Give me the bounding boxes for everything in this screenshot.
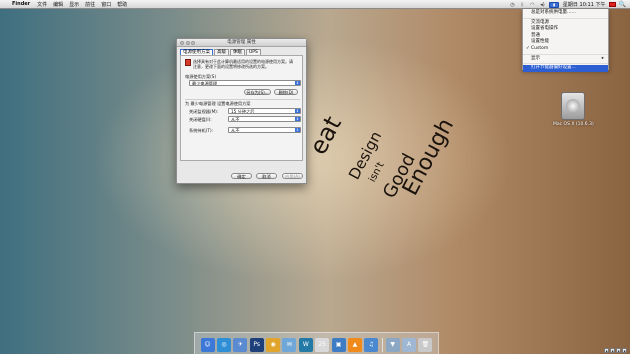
trash-icon[interactable]: 🗑 xyxy=(418,338,433,352)
power-menu-item-label: 打开节能器偏好设置... xyxy=(531,65,576,71)
apply-button[interactable]: 应用(A) xyxy=(282,173,303,179)
spotlight-icon[interactable]: 🔍 xyxy=(619,1,626,8)
menu-view[interactable]: 显示 xyxy=(69,1,79,8)
preview-icon[interactable]: ▣ xyxy=(331,338,346,352)
dock: ☺ ◎ ✈ Ps ◉ ✉ W 25 ▣ ▲ ♫ ▼ A 🗑 xyxy=(194,332,439,354)
volume-icon[interactable]: ◂) xyxy=(539,2,546,8)
menu-app-name[interactable]: Finder xyxy=(12,1,30,7)
tray-icon[interactable]: ▪ xyxy=(604,348,609,353)
ical-icon[interactable]: 25 xyxy=(315,338,330,352)
scheme-select-value: 最少电源管理 xyxy=(192,81,218,86)
tray-icon[interactable]: ▪ xyxy=(622,348,627,353)
window-titlebar[interactable]: 电源管理 属性 xyxy=(177,39,306,47)
menu-file[interactable]: 文件 xyxy=(37,1,47,8)
power-menu-item-show[interactable]: 显示 ▸ xyxy=(523,56,608,63)
divider xyxy=(185,99,300,100)
menu-go[interactable]: 前往 xyxy=(85,1,95,8)
power-options-window: 电源管理 属性 电源使用方案 高级 休眠 UPS 选择具有对于此计算机最适用的设… xyxy=(176,38,307,184)
cancel-button[interactable]: 取消 xyxy=(256,173,277,179)
time-machine-icon[interactable]: ◷ xyxy=(509,2,516,8)
tab-panel: 选择具有对于此计算机最适用的设置的电源使用方案。请注意，更改下面的设置将修改所选… xyxy=(180,55,303,161)
battery-icon[interactable]: ▮ xyxy=(548,1,559,8)
zoom-icon[interactable] xyxy=(191,41,195,45)
chevron-down-icon: ⇕ xyxy=(295,117,300,121)
chrome-icon[interactable]: ◉ xyxy=(266,338,281,352)
menu-help[interactable]: 帮助 xyxy=(117,1,127,8)
finder-icon[interactable]: ☺ xyxy=(200,338,215,352)
power-menu: 总是对系统供电量…… 交流电源 设置省电操作 普通 设置性能 ✓ Custom 显… xyxy=(522,9,609,72)
drive-label: Mac OS X (10.6.3) xyxy=(553,122,594,127)
harddisk-select-value: 从不 xyxy=(231,117,240,122)
chevron-down-icon: ⇕ xyxy=(295,81,300,85)
ok-button[interactable]: 确定 xyxy=(231,173,252,179)
menu-separator xyxy=(523,53,608,55)
power-menu-item-label: 设置省电操作 xyxy=(531,26,558,32)
mail-icon[interactable]: ✉ xyxy=(282,338,297,352)
power-menu-item-open-preferences[interactable]: 打开节能器偏好设置... xyxy=(523,65,608,72)
menu-separator xyxy=(523,17,608,19)
minimize-icon[interactable] xyxy=(185,41,190,45)
power-menu-item[interactable]: 总是对系统供电量…… xyxy=(523,10,608,17)
hard-drive-icon xyxy=(561,92,585,120)
delete-button[interactable]: 删除(D) xyxy=(274,89,298,95)
monitor-select-value: 15 分钟之后 xyxy=(231,109,255,114)
vlc-icon[interactable]: ▲ xyxy=(347,338,362,352)
info-block: 选择具有对于此计算机最适用的设置的电源使用方案。请注意，更改下面的设置将修改所选… xyxy=(185,59,300,69)
power-menu-item-label: 总是对系统供电量…… xyxy=(531,10,576,15)
monitor-label: 关闭监视器(M): xyxy=(189,109,219,114)
settings-label: 为 最少电源管理 设置电源使用方案 xyxy=(185,101,251,106)
tray-icon[interactable]: ▪ xyxy=(610,348,615,353)
wifi-icon[interactable]: ◠ xyxy=(529,2,536,8)
downloads-icon[interactable]: ▼ xyxy=(385,338,400,352)
power-menu-item[interactable]: 设置省电操作 xyxy=(523,26,608,33)
bluetooth-icon[interactable]: ᛒ xyxy=(519,2,526,8)
safari-icon[interactable]: ◎ xyxy=(216,338,231,352)
wordpress-icon[interactable]: W xyxy=(298,338,313,352)
corner-status-icons: ▪ ▪ ▪ ▪ xyxy=(603,348,627,353)
power-menu-item-custom[interactable]: ✓ Custom xyxy=(523,46,608,53)
applications-icon[interactable]: A xyxy=(402,338,417,352)
power-menu-item-label: 普通 xyxy=(531,32,540,38)
harddisk-select[interactable]: 从不 ⇕ xyxy=(228,116,301,122)
standby-select[interactable]: 从不 ⇕ xyxy=(228,127,301,133)
wallpaper-text: eat xyxy=(304,111,347,160)
window-title: 电源管理 属性 xyxy=(227,40,256,45)
power-menu-item-label: 设置性能 xyxy=(531,39,549,45)
info-text: 选择具有对于此计算机最适用的设置的电源使用方案。请注意，更改下面的设置将修改所选… xyxy=(193,59,293,69)
standby-label: 系统待机(T): xyxy=(189,128,213,133)
menubar-status-area: ◷ ᛒ ◠ ◂) ▮ 星期日 10:11 下午 🔍 xyxy=(506,0,626,9)
power-menu-item-label: 交流电源 xyxy=(531,19,549,25)
close-icon[interactable] xyxy=(180,41,184,45)
checkmark-icon: ✓ xyxy=(526,45,530,51)
standby-select-value: 从不 xyxy=(231,128,240,133)
save-as-button[interactable]: 另存为(S)... xyxy=(244,89,271,95)
menubar: Finder 文件 编辑 显示 前往 窗口 帮助 ◷ ᛒ ◠ ◂) ▮ 星期日 … xyxy=(0,0,630,9)
desktop-drive[interactable]: Mac OS X (10.6.3) xyxy=(553,92,594,127)
harddisk-label: 关闭硬盘(I): xyxy=(189,117,212,122)
power-menu-item-label: Custom xyxy=(531,45,549,51)
itunes-icon[interactable]: ♫ xyxy=(364,338,379,352)
chevron-down-icon: ⇕ xyxy=(295,109,300,113)
chevron-down-icon: ⇕ xyxy=(295,128,300,132)
menu-edit[interactable]: 编辑 xyxy=(53,1,63,8)
input-source-flag-icon[interactable] xyxy=(608,2,616,7)
power-menu-item[interactable]: 设置性能 xyxy=(523,39,608,46)
photoshop-icon[interactable]: Ps xyxy=(249,338,264,352)
menu-window[interactable]: 窗口 xyxy=(101,1,111,8)
power-menu-item-label: 显示 xyxy=(531,55,540,61)
dock-separator xyxy=(381,338,383,352)
window-controls xyxy=(180,41,197,45)
tray-icon[interactable]: ▪ xyxy=(616,348,621,353)
submenu-arrow-icon: ▸ xyxy=(601,55,604,61)
monitor-select[interactable]: 15 分钟之后 ⇕ xyxy=(228,108,301,114)
power-scheme-icon xyxy=(185,59,191,66)
menu-separator xyxy=(523,63,608,65)
scheme-select[interactable]: 最少电源管理 ⇕ xyxy=(189,80,301,86)
menubar-clock[interactable]: 星期日 10:11 下午 xyxy=(563,1,606,8)
app-store-icon[interactable]: ✈ xyxy=(233,338,248,352)
